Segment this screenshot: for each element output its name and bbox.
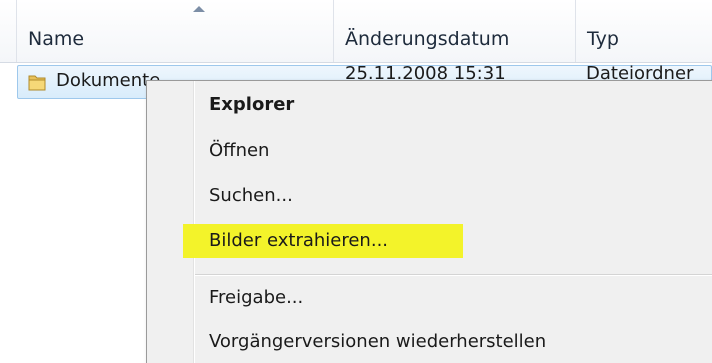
column-header-type-label: Typ [587, 28, 619, 50]
menu-item-extract-images[interactable]: Bilder extrahieren... [209, 228, 388, 254]
menu-item-share[interactable]: Freigabe... [209, 285, 303, 311]
sort-ascending-icon [193, 6, 205, 12]
column-header-bar: Name Änderungsdatum Typ [0, 0, 712, 63]
menu-separator [195, 274, 712, 276]
file-name: Dokumente [56, 70, 161, 91]
column-header-date[interactable]: Änderungsdatum [334, 0, 576, 62]
column-header-name[interactable]: Name [16, 0, 334, 62]
context-menu-gutter-divider [193, 81, 195, 363]
menu-item-search[interactable]: Suchen... [209, 183, 293, 209]
context-menu: Explorer Öffnen Suchen... Bilder extrahi… [146, 80, 712, 363]
menu-item-open[interactable]: Öffnen [209, 138, 269, 164]
menu-item-restore-previous-versions[interactable]: Vorgängerversionen wiederherstellen [209, 329, 546, 355]
column-header-date-label: Änderungsdatum [345, 28, 510, 50]
menu-item-explorer[interactable]: Explorer [209, 92, 294, 118]
folder-icon [28, 72, 47, 92]
explorer-window: Name Änderungsdatum Typ Dokumente 25.11.… [0, 0, 712, 363]
column-header-type[interactable]: Typ [576, 0, 712, 62]
context-menu-icon-gutter [147, 81, 193, 363]
column-header-name-label: Name [28, 28, 85, 50]
